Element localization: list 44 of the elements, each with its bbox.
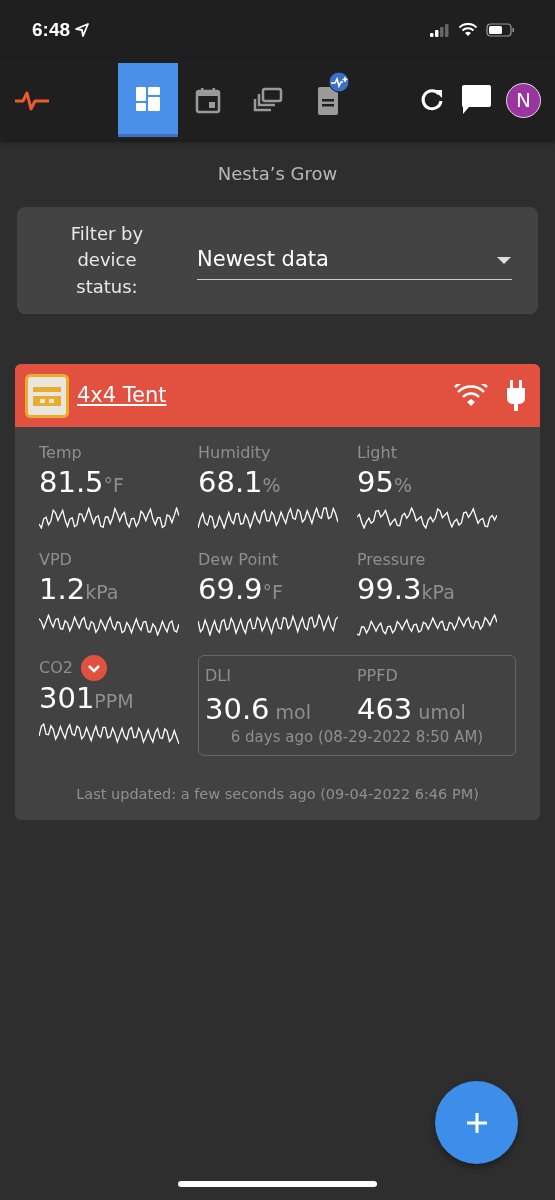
light-timestamp: 6 days ago (08-29-2022 8:50 AM): [229, 727, 485, 749]
metric-label: DLI: [205, 664, 232, 687]
power-plug-icon: [506, 379, 526, 412]
calendar-icon: [194, 86, 222, 114]
metric-value: 69.9°F: [198, 571, 284, 607]
pulse-logo-icon: [14, 89, 50, 111]
metric-value: 95%: [356, 465, 413, 500]
wifi-icon: [454, 383, 488, 408]
dashboard-icon: [134, 84, 162, 113]
alert-chevron-icon: [80, 654, 107, 681]
pulse-badge-icon: [328, 70, 350, 93]
metric-value: 68.1%: [198, 465, 282, 500]
battery-icon: [486, 23, 515, 37]
filter-label: Filter by device status:: [69, 222, 145, 299]
clock-time: 6:48: [32, 17, 71, 42]
metric-label: Light: [356, 442, 397, 464]
metric-value: 99.3 kPa: [356, 571, 456, 607]
metric-label: CO2: [39, 656, 73, 679]
user-avatar[interactable]: N: [506, 82, 541, 118]
page-title: Nesta’s Grow: [216, 162, 339, 186]
dropdown-caret-icon: [496, 256, 512, 264]
metric-label: VPD: [39, 548, 72, 571]
tent-device-icon: [25, 373, 69, 418]
wifi-icon: [458, 23, 478, 37]
metric-label: Humidity: [198, 442, 271, 464]
metric-label: PPFD: [356, 664, 399, 687]
location-icon: [74, 22, 91, 38]
metric-value: 301 PPM: [39, 680, 135, 716]
last-updated-text: Last updated: a few seconds ago (09-04-2022 6:46 PM): [75, 784, 480, 804]
plus-icon: [465, 1111, 488, 1134]
document-icon: [316, 85, 340, 115]
metric-label: Pressure: [356, 548, 426, 571]
metric-value: 81.5°F: [39, 465, 125, 500]
metric-label: Temp: [39, 442, 82, 464]
status-dropdown[interactable]: Newest data: [197, 241, 512, 280]
metric-value: 30.6 mol: [205, 691, 312, 727]
chat-icon[interactable]: [460, 84, 492, 116]
metric-value: 1.2 kPa: [39, 571, 120, 607]
device-name-link[interactable]: 4x4 Tent: [77, 379, 167, 412]
nav-tab[interactable]: [118, 63, 178, 137]
stacked-windows-icon: [253, 87, 283, 113]
signal-icon: [430, 23, 450, 37]
metric-label: Dew Point: [198, 548, 279, 571]
metric-value: 463 umol: [356, 691, 467, 727]
